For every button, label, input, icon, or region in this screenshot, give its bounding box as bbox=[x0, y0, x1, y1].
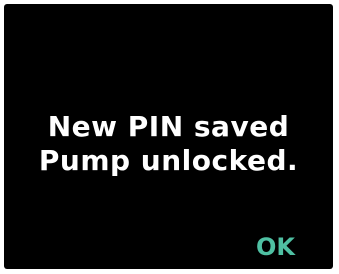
status-message: New PIN saved Pump unlocked. bbox=[4, 110, 333, 178]
message-line-2: Pump unlocked. bbox=[38, 144, 299, 177]
ok-button[interactable]: OK bbox=[256, 233, 295, 261]
message-line-1: New PIN saved bbox=[47, 110, 290, 143]
pump-display: New PIN saved Pump unlocked. OK bbox=[4, 4, 333, 269]
